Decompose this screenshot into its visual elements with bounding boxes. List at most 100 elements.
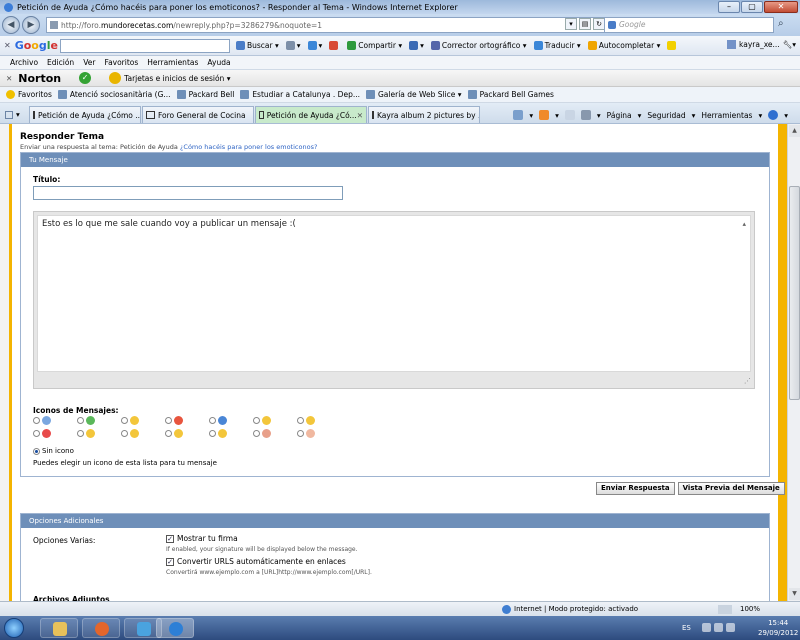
- sin-icono-option[interactable]: Sin icono: [33, 447, 74, 455]
- norton-logo[interactable]: Norton: [18, 72, 61, 85]
- title-input[interactable]: [33, 186, 343, 200]
- address-bar[interactable]: http://foro. mundorecetas.com/newreply.ph…: [46, 17, 606, 33]
- fav-item[interactable]: Galería de Web Slice ▾: [366, 90, 462, 99]
- message-textarea[interactable]: Esto es lo que me sale cuando voy a publ…: [37, 215, 751, 372]
- print-icon[interactable]: [580, 110, 591, 120]
- google-account[interactable]: kayra_xe... 🔧︎▾: [727, 40, 796, 49]
- traducir-button[interactable]: Traducir ▾: [533, 41, 581, 50]
- help-icon[interactable]: [768, 110, 779, 120]
- quick-tabs[interactable]: ▾: [0, 106, 28, 123]
- editor-scroll-icon[interactable]: ▴: [742, 220, 746, 228]
- tray-network-icon[interactable]: [714, 623, 723, 632]
- highlighter-icon[interactable]: [667, 41, 678, 50]
- menu-herramientas[interactable]: Herramientas: [147, 58, 198, 67]
- taskbar-media[interactable]: [82, 618, 120, 638]
- close-norton-icon[interactable]: ✕: [6, 74, 12, 83]
- add-icon[interactable]: ▾: [307, 41, 322, 50]
- menu-ver[interactable]: Ver: [83, 58, 95, 67]
- message-icon-option[interactable]: [33, 429, 51, 438]
- norton-tarjetas[interactable]: Tarjetas e inicios de sesión: [124, 74, 224, 83]
- message-icon-radio[interactable]: [33, 417, 40, 424]
- message-icon-option[interactable]: [121, 416, 139, 425]
- herramientas-menu[interactable]: Herramientas: [701, 111, 752, 120]
- back-button[interactable]: ◀: [2, 16, 20, 34]
- zoom-options-icon[interactable]: [718, 605, 732, 614]
- message-icon-option[interactable]: [297, 416, 315, 425]
- home-icon[interactable]: [513, 110, 524, 120]
- vista-previa-button[interactable]: Vista Previa del Mensaje: [677, 482, 785, 495]
- compartir-button[interactable]: Compartir ▾: [347, 41, 402, 50]
- message-icon-option[interactable]: [209, 416, 227, 425]
- google-search-input[interactable]: [59, 38, 230, 53]
- message-icon-radio[interactable]: [121, 417, 128, 424]
- tray-arrow-icon[interactable]: [702, 623, 711, 632]
- rss-icon[interactable]: [539, 110, 550, 120]
- compat-icon[interactable]: ▤: [579, 18, 591, 30]
- taskbar-ie[interactable]: [156, 618, 194, 638]
- message-icon-option[interactable]: [297, 429, 315, 438]
- message-icon-option[interactable]: [33, 416, 51, 425]
- tab-peticion-1[interactable]: Petición de Ayuda ¿Cómo ...: [29, 106, 141, 123]
- search-icon[interactable]: ⌕: [778, 18, 784, 29]
- message-icon-option[interactable]: [165, 416, 183, 425]
- corrector-button[interactable]: Corrector ortográfico ▾: [430, 41, 527, 50]
- message-icon-radio[interactable]: [165, 430, 172, 437]
- mail-icon[interactable]: [564, 110, 575, 120]
- convertir-urls-checkbox[interactable]: ✓ Convertir URLS automáticamente en enlac…: [166, 557, 346, 566]
- message-icon-radio[interactable]: [121, 430, 128, 437]
- autocompletar-button[interactable]: Autocompletar ▾: [587, 41, 660, 50]
- message-icon-radio[interactable]: [253, 430, 260, 437]
- message-icon-option[interactable]: [165, 429, 183, 438]
- clock[interactable]: 15:44 29/09/2012: [758, 618, 798, 638]
- tray-volume-icon[interactable]: [726, 623, 735, 632]
- gmail-icon[interactable]: [329, 41, 340, 50]
- message-icon-radio[interactable]: [209, 417, 216, 424]
- message-icon-option[interactable]: [209, 429, 227, 438]
- message-icon-option[interactable]: [77, 416, 95, 425]
- menu-ayuda[interactable]: Ayuda: [207, 58, 230, 67]
- fav-item[interactable]: Packard Bell Games: [467, 90, 554, 99]
- fav-item[interactable]: Estudiar a Catalunya . Dep...: [240, 90, 360, 99]
- message-icon-radio[interactable]: [297, 430, 304, 437]
- pagerank-icon[interactable]: ▾: [409, 41, 424, 50]
- message-icon-radio[interactable]: [77, 430, 84, 437]
- menu-edicion[interactable]: Edición: [47, 58, 74, 67]
- sin-icono-radio[interactable]: [33, 447, 40, 455]
- close-toolbar-icon[interactable]: ✕: [4, 41, 11, 50]
- message-icon-option[interactable]: [77, 429, 95, 438]
- language-indicator[interactable]: ES: [682, 624, 691, 632]
- favorites-button[interactable]: Favoritos: [6, 90, 52, 99]
- maximize-button[interactable]: ▢: [741, 1, 763, 13]
- resize-grip-icon[interactable]: ⋰: [744, 377, 751, 385]
- message-icon-option[interactable]: [253, 429, 271, 438]
- fav-item[interactable]: Packard Bell: [176, 90, 234, 99]
- message-icon-radio[interactable]: [33, 430, 40, 437]
- tab-foro-general[interactable]: Foro General de Cocina: [142, 106, 254, 123]
- zoom-level[interactable]: 100%: [740, 605, 760, 613]
- dropdown-icon[interactable]: ▾: [565, 18, 577, 30]
- message-icon-radio[interactable]: [165, 417, 172, 424]
- minimize-button[interactable]: –: [718, 1, 740, 13]
- message-icon-radio[interactable]: [297, 417, 304, 424]
- norton-check-icon[interactable]: ✓: [79, 72, 92, 84]
- start-button[interactable]: [4, 618, 24, 638]
- buscar-button[interactable]: Buscar ▾: [235, 41, 279, 50]
- menu-favoritos[interactable]: Favoritos: [104, 58, 138, 67]
- wrench-icon[interactable]: 🔧︎▾: [783, 40, 796, 49]
- toolbar-menu-icon[interactable]: ▾: [285, 41, 301, 50]
- pagina-menu[interactable]: Página: [607, 111, 632, 120]
- tab-kayra-album[interactable]: Kayra album 2 pictures by ...: [368, 106, 480, 123]
- message-icon-radio[interactable]: [209, 430, 216, 437]
- search-input[interactable]: Google: [604, 17, 774, 33]
- forward-button[interactable]: ▶: [22, 16, 40, 34]
- seguridad-menu[interactable]: Seguridad: [647, 111, 685, 120]
- message-icon-radio[interactable]: [253, 417, 260, 424]
- enviar-respuesta-button[interactable]: Enviar Respuesta: [596, 482, 675, 495]
- thread-link[interactable]: ¿Cómo hacéis para poner los emoticonos?: [180, 143, 317, 151]
- menu-archivo[interactable]: Archivo: [10, 58, 38, 67]
- mostrar-firma-checkbox[interactable]: ✓ Mostrar tu firma: [166, 534, 238, 543]
- taskbar-explorer[interactable]: [40, 618, 78, 638]
- vertical-scrollbar[interactable]: ▲ ▼: [787, 124, 800, 601]
- message-icon-option[interactable]: [121, 429, 139, 438]
- tab-peticion-active[interactable]: Petición de Ayuda ¿Có... ✕: [255, 106, 367, 123]
